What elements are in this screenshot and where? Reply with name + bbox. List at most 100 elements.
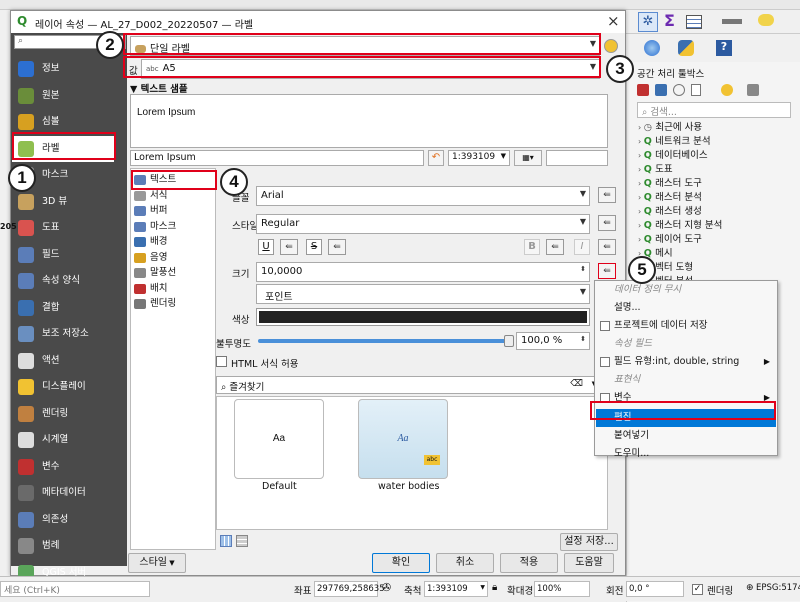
sidebar-item-joins[interactable]: 결합 bbox=[12, 295, 114, 321]
locator-search-input[interactable]: 세요 (Ctrl+K) bbox=[0, 581, 150, 597]
toolbox-history-icon[interactable] bbox=[673, 84, 685, 96]
subtab-callout[interactable]: 말풍선 bbox=[132, 265, 216, 281]
data-defined-override-icon[interactable]: ⇚ bbox=[598, 187, 616, 203]
menu-item-3[interactable]: 필드 유형:int, double, string ▶ bbox=[596, 353, 776, 371]
toolbox-tree-item[interactable]: › ◷ 최근에 사용 bbox=[638, 120, 798, 135]
toolbox-tree-item[interactable]: › Q 래스터 분석 bbox=[638, 190, 798, 205]
sidebar-item-rendering[interactable]: 렌더링 bbox=[12, 401, 114, 427]
toolbox-python-icon[interactable] bbox=[655, 84, 667, 96]
italic-button[interactable]: I bbox=[574, 239, 590, 255]
data-defined-override-icon[interactable]: ⇚ bbox=[598, 239, 616, 255]
menu-item-1[interactable]: 프로젝트에 데이터 저장 bbox=[596, 317, 776, 335]
checkbox-icon[interactable] bbox=[600, 321, 610, 331]
html-format-checkbox[interactable] bbox=[216, 356, 227, 367]
font-combo[interactable]: Arial ▼ bbox=[256, 186, 590, 206]
dialog-close-button[interactable]: × bbox=[607, 12, 620, 30]
size-spinbox[interactable]: 10,0000 ⬍ bbox=[256, 262, 590, 282]
list-view-icon[interactable] bbox=[236, 535, 248, 547]
sidebar-item-diagram[interactable]: 도표 bbox=[12, 215, 114, 241]
toolbox-edit-icon[interactable] bbox=[721, 84, 733, 96]
ok-button[interactable]: 확인 bbox=[372, 553, 430, 573]
toggle-extents-icon[interactable]: ✇ bbox=[382, 581, 391, 594]
sidebar-item-3d-view[interactable]: 3D 뷰 bbox=[12, 189, 114, 215]
help-icon[interactable]: ? bbox=[716, 40, 732, 56]
reset-sample-icon[interactable]: ↶ bbox=[428, 150, 444, 166]
style-preview-water-bodies[interactable]: Aa bbox=[358, 399, 448, 479]
sidebar-item-legend[interactable]: 범례 bbox=[12, 533, 114, 559]
subtab-placement[interactable]: 배치 bbox=[132, 281, 216, 297]
toolbox-tree-item[interactable]: › Q 래스터 지형 분석 bbox=[638, 218, 798, 233]
sidebar-item-info[interactable]: 정보 bbox=[12, 56, 114, 82]
data-defined-override-icon[interactable]: ⇚ bbox=[280, 239, 298, 255]
globe-icon[interactable] bbox=[644, 40, 660, 56]
sidebar-item-dependencies[interactable]: 의존성 bbox=[12, 507, 114, 533]
subtab-buffer[interactable]: 버퍼 bbox=[132, 203, 216, 219]
table-icon[interactable] bbox=[686, 15, 702, 29]
icon-view-icon[interactable] bbox=[220, 535, 232, 547]
magnifier-spinbox[interactable]: 100% bbox=[534, 581, 590, 597]
strikeout-button[interactable]: S bbox=[306, 239, 322, 255]
checkbox-icon[interactable] bbox=[600, 357, 610, 367]
menu-item-7[interactable]: 붙여넣기 bbox=[596, 427, 776, 445]
underline-button[interactable]: U bbox=[258, 239, 274, 255]
sidebar-item-display[interactable]: 디스플레이 bbox=[12, 374, 114, 400]
toolbox-tree-item[interactable]: › Q 래스터 생성 bbox=[638, 204, 798, 219]
data-defined-override-icon[interactable]: ⇚ bbox=[598, 215, 616, 231]
opacity-slider[interactable] bbox=[258, 339, 508, 343]
coordinate-input[interactable]: 297769,258635 bbox=[314, 581, 385, 597]
toolbox-tree-item[interactable]: › Q 벡터 도형 bbox=[638, 260, 798, 275]
menu-item-8[interactable]: 도우미... bbox=[596, 445, 776, 463]
toolbox-tree-item[interactable]: › Q 메시 bbox=[638, 246, 798, 261]
sidebar-item-temporal[interactable]: 시계열 bbox=[12, 427, 114, 453]
crs-label[interactable]: EPSG:5174 bbox=[756, 583, 800, 593]
sidebar-item-attributes-form[interactable]: 속성 양식 bbox=[12, 268, 114, 294]
cancel-button[interactable]: 취소 bbox=[436, 553, 494, 573]
toolbox-options-icon[interactable] bbox=[747, 84, 759, 96]
background-color-button[interactable] bbox=[546, 150, 608, 166]
spin-arrows-icon[interactable]: ⬍ bbox=[580, 265, 586, 273]
map-canvas-scale-button[interactable]: ▦▾ bbox=[514, 150, 542, 166]
toolbox-tree-item[interactable]: › Q 데이터베이스 bbox=[638, 148, 798, 163]
measure-icon[interactable] bbox=[722, 19, 742, 24]
sidebar-item-actions[interactable]: 액션 bbox=[12, 348, 114, 374]
subtab-shadow[interactable]: 음영 bbox=[132, 250, 216, 266]
data-defined-override-icon[interactable]: ⇚ bbox=[546, 239, 564, 255]
statusbar-scale-combo[interactable]: 1:393109 ▼ bbox=[424, 581, 488, 597]
toolbox-models-icon[interactable] bbox=[637, 84, 649, 96]
toolbox-tree-item[interactable]: › Q 네트워크 분석 bbox=[638, 134, 798, 149]
bold-button[interactable]: B bbox=[524, 239, 540, 255]
save-style-button[interactable]: 설정 저장... bbox=[560, 533, 618, 551]
toolbox-results-icon[interactable] bbox=[691, 84, 701, 96]
apply-button[interactable]: 적용 bbox=[500, 553, 558, 573]
sidebar-item-auxiliary-storage[interactable]: 보조 저장소 bbox=[12, 321, 114, 347]
opacity-slider-handle[interactable] bbox=[504, 335, 514, 347]
spin-arrows-icon[interactable]: ⬍ bbox=[580, 335, 586, 343]
favorites-search-input[interactable]: ⌕ 즐겨찾기 ⌫ ▼ bbox=[216, 376, 602, 394]
sidebar-item-source[interactable]: 원본 bbox=[12, 83, 114, 109]
size-unit-combo[interactable]: 포인트 ▼ bbox=[256, 284, 590, 304]
lock-icon[interactable]: 🔒︎ bbox=[492, 582, 497, 593]
style-menu-button[interactable]: 스타일 ▼ bbox=[128, 553, 186, 573]
sidebar-item-metadata[interactable]: 메타데이터 bbox=[12, 480, 114, 506]
rotation-spinbox[interactable]: 0,0 ° bbox=[626, 581, 684, 597]
subtab-rendering[interactable]: 렌더링 bbox=[132, 296, 216, 312]
subtab-mask[interactable]: 마스크 bbox=[132, 219, 216, 235]
opacity-spinbox[interactable]: 100,0 % ⬍ bbox=[516, 332, 590, 350]
help-button[interactable]: 도움말 bbox=[564, 553, 614, 573]
style-preview-default[interactable]: Aa bbox=[234, 399, 324, 479]
menu-item-0[interactable]: 설명... bbox=[596, 299, 776, 317]
subtab-background[interactable]: 배경 bbox=[132, 234, 216, 250]
annotation-icon[interactable] bbox=[758, 14, 774, 26]
label-toolbar-icon[interactable] bbox=[604, 39, 618, 53]
toolbox-tree-item[interactable]: › Q 도표 bbox=[638, 162, 798, 177]
render-checkbox[interactable]: ✓ bbox=[692, 584, 703, 595]
settings-icon[interactable]: ✲ bbox=[638, 12, 658, 32]
text-color-button[interactable] bbox=[256, 308, 590, 326]
sidebar-item-variables[interactable]: 변수 bbox=[12, 454, 114, 480]
toolbox-tree-item[interactable]: › Q 레이어 도구 bbox=[638, 232, 798, 247]
toolbox-tree-item[interactable]: › Q 래스터 도구 bbox=[638, 176, 798, 191]
sample-text-input[interactable]: Lorem Ipsum bbox=[130, 150, 424, 166]
sidebar-item-fields[interactable]: 필드 bbox=[12, 242, 114, 268]
scale-input[interactable]: 1:393109 ▼ bbox=[448, 150, 510, 166]
font-style-combo[interactable]: Regular ▼ bbox=[256, 214, 590, 234]
